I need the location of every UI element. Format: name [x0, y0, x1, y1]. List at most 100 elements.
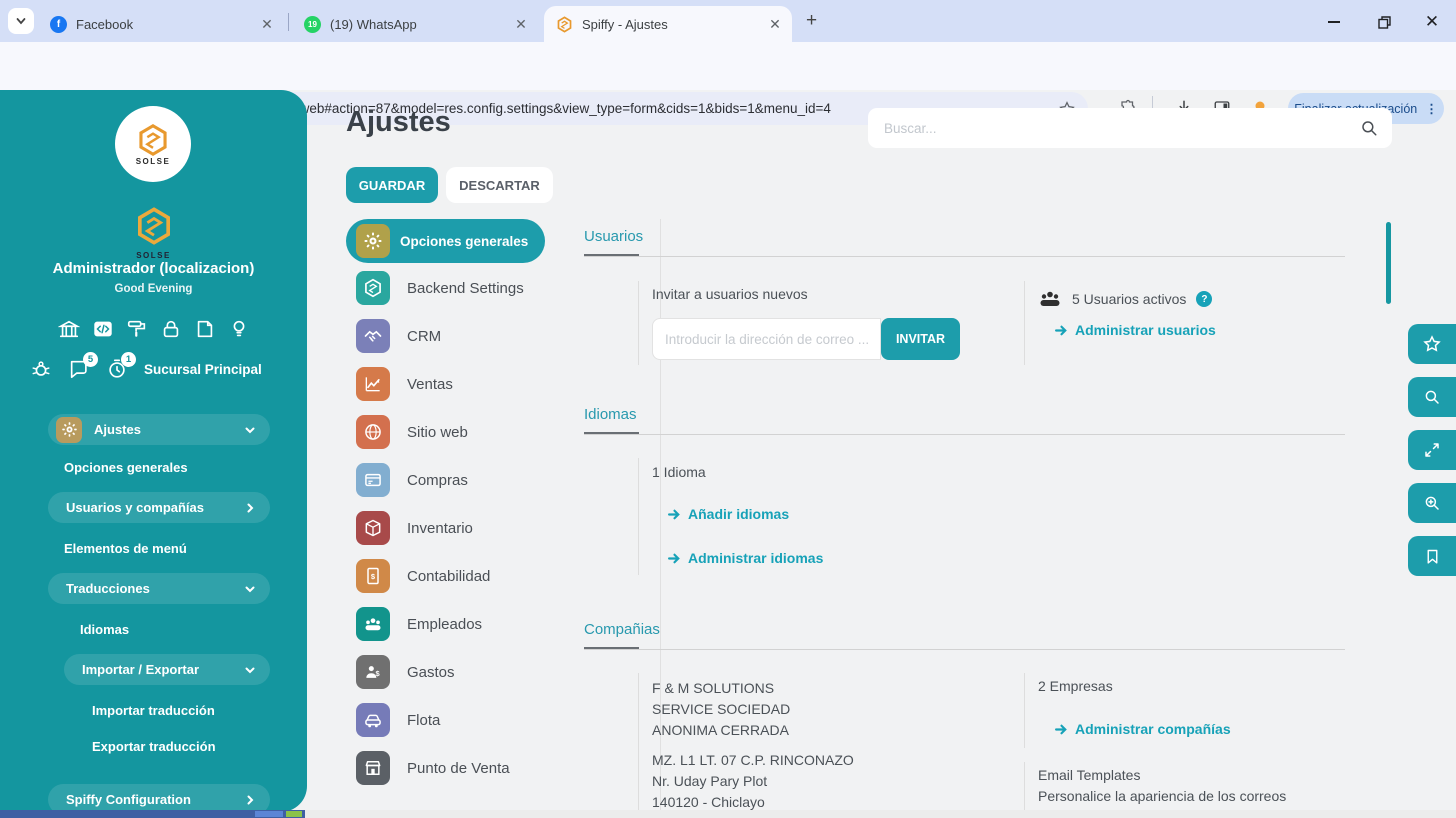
- section-rule: [584, 434, 1345, 435]
- add-languages-link[interactable]: Añadir idiomas: [668, 506, 789, 522]
- active-users-count: 5 Usuarios activos: [1072, 291, 1187, 307]
- accounting-receipt-icon: $: [356, 559, 390, 593]
- sidebar-item-label: Traducciones: [66, 581, 150, 596]
- inventory-box-icon: [356, 511, 390, 545]
- tab-facebook[interactable]: f Facebook ✕: [38, 6, 284, 42]
- reports-building-icon[interactable]: [57, 318, 80, 340]
- fullscreen-fab[interactable]: [1408, 430, 1456, 470]
- nav-item-opciones-generales[interactable]: Opciones generales: [346, 219, 545, 263]
- lightbulb-icon[interactable]: [228, 318, 250, 340]
- save-button[interactable]: GUARDAR: [346, 167, 438, 203]
- tab-search-button[interactable]: [8, 8, 34, 34]
- setting-box-border: [1024, 762, 1025, 812]
- bookmark-fab[interactable]: [1408, 536, 1456, 576]
- invite-button[interactable]: INVITAR: [881, 318, 960, 360]
- browser-toolbar: localizacion.solse.pe/web#action=87&mode…: [0, 42, 1456, 125]
- zoom-fab[interactable]: [1408, 483, 1456, 523]
- manage-languages-link[interactable]: Administrar idiomas: [668, 550, 823, 566]
- window-restore-button[interactable]: [1372, 10, 1396, 34]
- manage-users-link[interactable]: Administrar usuarios: [1055, 322, 1216, 338]
- nav-item-gastos[interactable]: $ Gastos: [356, 655, 616, 689]
- sidebar-item-spiffy-configuration[interactable]: Spiffy Configuration: [48, 784, 270, 812]
- nav-item-flota[interactable]: Flota: [356, 703, 616, 737]
- sidebar-item-idiomas[interactable]: Idiomas: [80, 622, 129, 637]
- sidebar-item-exportar-traduccion[interactable]: Exportar traducción: [92, 739, 216, 754]
- arrow-right-icon: [1055, 325, 1067, 335]
- brand-name: SOLSE: [136, 251, 171, 260]
- sidebar-item-ajustes[interactable]: Ajustes: [48, 414, 270, 445]
- setting-box-border: [1024, 281, 1025, 365]
- manage-companies-link[interactable]: Administrar compañías: [1055, 721, 1231, 737]
- active-users-row: 5 Usuarios activos ?: [1038, 287, 1213, 311]
- sidebar-item-usuarios-companias[interactable]: Usuarios y compañías: [48, 492, 270, 523]
- tab-spiffy-active[interactable]: Spiffy - Ajustes ✕: [544, 6, 792, 42]
- chevron-down-icon: [245, 667, 255, 673]
- pos-store-icon: [356, 751, 390, 785]
- sidebar-item-opciones-generales[interactable]: Opciones generales: [64, 460, 188, 475]
- nav-item-ventas[interactable]: Ventas: [356, 367, 616, 401]
- search-input[interactable]: [882, 119, 1360, 137]
- activities-badge: 1: [121, 352, 136, 367]
- lock-icon[interactable]: [160, 318, 182, 340]
- tab-close-icon[interactable]: ✕: [512, 16, 530, 33]
- desktop-peek: [286, 811, 302, 817]
- window-minimize-button[interactable]: [1322, 10, 1346, 34]
- language-count: 1 Idioma: [652, 464, 706, 480]
- website-globe-icon: [356, 415, 390, 449]
- chevron-down-icon: [245, 586, 255, 592]
- developer-code-icon[interactable]: [92, 318, 114, 340]
- arrow-right-icon: [668, 553, 680, 563]
- solse-logo-icon: [139, 123, 167, 156]
- invite-email-input[interactable]: [652, 318, 881, 360]
- sidebar-item-label: Spiffy Configuration: [66, 792, 191, 807]
- discard-button[interactable]: DESCARTAR: [446, 167, 553, 203]
- svg-text:$: $: [375, 669, 380, 678]
- search-fab[interactable]: [1408, 377, 1456, 417]
- nav-item-label: Sitio web: [407, 423, 468, 441]
- tab-close-icon[interactable]: ✕: [766, 16, 784, 33]
- sidebar-item-importar-traduccion[interactable]: Importar traducción: [92, 703, 215, 718]
- search-icon[interactable]: [1360, 119, 1378, 137]
- favorites-fab[interactable]: [1408, 324, 1456, 364]
- nav-item-label: Opciones generales: [400, 233, 529, 249]
- branch-selector[interactable]: Sucursal Principal: [144, 362, 262, 377]
- facebook-favicon: f: [50, 15, 67, 33]
- activities-clock-icon[interactable]: 1: [106, 352, 136, 380]
- nav-item-inventario[interactable]: Inventario: [356, 511, 616, 545]
- setting-box-border: [638, 673, 639, 812]
- search-box[interactable]: [868, 108, 1392, 148]
- tab-close-icon[interactable]: ✕: [258, 16, 276, 33]
- window-close-button[interactable]: ✕: [1420, 10, 1444, 34]
- tab-divider: [288, 13, 289, 31]
- sidebar-item-importar-exportar[interactable]: Importar / Exportar: [64, 654, 270, 685]
- nav-item-label: Contabilidad: [407, 567, 491, 585]
- messages-icon[interactable]: 5: [68, 352, 98, 380]
- nav-item-backend-settings[interactable]: Backend Settings: [356, 271, 616, 305]
- help-icon[interactable]: ?: [1196, 291, 1213, 307]
- purchases-card-icon: [356, 463, 390, 497]
- chevron-down-icon: [245, 427, 255, 433]
- tab-whatsapp[interactable]: 19 (19) WhatsApp ✕: [292, 6, 538, 42]
- email-templates-desc: Personalice la apariencia de los correos: [1038, 788, 1287, 804]
- sidebar-item-traducciones[interactable]: Traducciones: [48, 573, 270, 604]
- scrollbar-thumb[interactable]: [1386, 222, 1391, 304]
- greeting-text: Good Evening: [114, 283, 193, 295]
- debug-bug-icon[interactable]: [30, 358, 52, 380]
- solse-logo-icon: [137, 207, 170, 245]
- nav-item-empleados[interactable]: Empleados: [356, 607, 616, 641]
- messages-badge: 5: [83, 352, 98, 367]
- bookmark-icon: [1427, 549, 1437, 564]
- nav-item-compras[interactable]: Compras: [356, 463, 616, 497]
- window-edge: [305, 810, 1456, 818]
- notes-icon[interactable]: [194, 318, 216, 340]
- nav-item-punto-de-venta[interactable]: Punto de Venta: [356, 751, 616, 785]
- new-tab-button[interactable]: +: [806, 10, 817, 32]
- expenses-person-icon: $: [356, 655, 390, 689]
- fleet-car-icon: [356, 703, 390, 737]
- nav-item-sitio-web[interactable]: Sitio web: [356, 415, 616, 449]
- nav-item-crm[interactable]: CRM: [356, 319, 616, 353]
- arrow-right-icon: [668, 509, 680, 519]
- nav-item-contabilidad[interactable]: $ Contabilidad: [356, 559, 616, 593]
- paint-roller-icon[interactable]: [126, 318, 148, 340]
- sidebar-item-elementos-de-menu[interactable]: Elementos de menú: [64, 541, 187, 556]
